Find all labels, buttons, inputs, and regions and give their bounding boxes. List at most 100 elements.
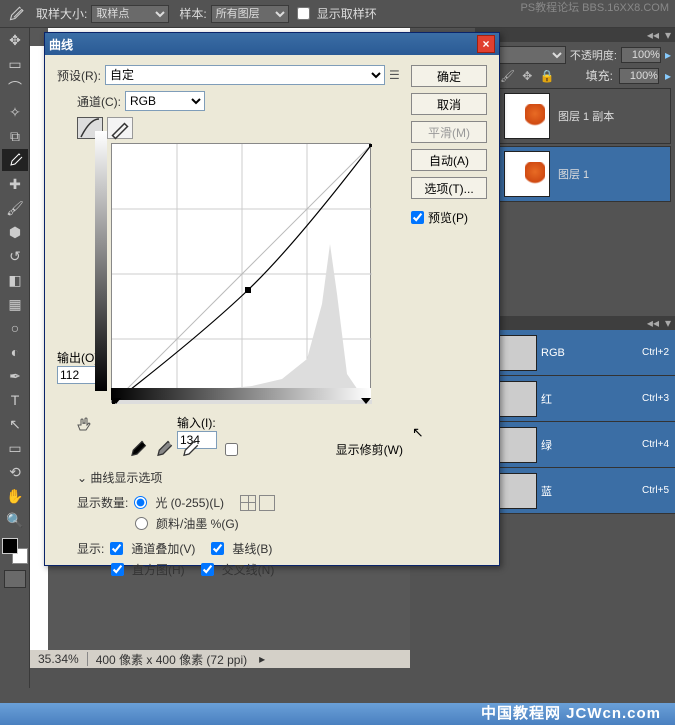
- histogram-checkbox[interactable]: [111, 563, 124, 576]
- color-swatches[interactable]: [2, 538, 28, 564]
- watermark-top: PS教程论坛 BBS.16XX8.COM: [520, 2, 669, 14]
- opacity-field[interactable]: [621, 47, 661, 63]
- grid-4-icon[interactable]: [240, 495, 256, 511]
- blur-tool[interactable]: ○: [2, 317, 28, 339]
- channel-row[interactable]: RGB Ctrl+2: [475, 330, 675, 376]
- preset-select[interactable]: 自定: [105, 65, 385, 85]
- show-ring-label: 显示取样环: [317, 5, 377, 22]
- channel-shortcut: Ctrl+3: [642, 393, 675, 404]
- lock-paint-icon[interactable]: 🖌: [500, 69, 515, 83]
- preview-checkbox[interactable]: [411, 211, 424, 224]
- 3d-tool[interactable]: ⟲: [2, 461, 28, 483]
- watermark-bottom: 中国教程网 JCWcn.com: [0, 703, 675, 725]
- collapse-icon[interactable]: ◂◂: [647, 28, 659, 42]
- white-eyedropper-icon[interactable]: [179, 439, 199, 459]
- quickmask-toggle[interactable]: [4, 570, 26, 588]
- panel-menu-icon[interactable]: ▾: [665, 316, 671, 330]
- auto-button[interactable]: 自动(A): [411, 149, 487, 171]
- chevron-right-icon[interactable]: ▸: [665, 48, 671, 62]
- titlebar[interactable]: 曲线 ×: [45, 33, 499, 55]
- lasso-tool[interactable]: ⌒: [2, 77, 28, 99]
- amount-light-radio[interactable]: [134, 496, 147, 509]
- opacity-label: 不透明度:: [570, 47, 617, 63]
- amount-pigment-radio[interactable]: [135, 517, 148, 530]
- ok-button[interactable]: 确定: [411, 65, 487, 87]
- amount-label: 显示数量:: [77, 494, 128, 511]
- chevron-right-icon[interactable]: ▸: [259, 652, 265, 666]
- panel-menu-icon[interactable]: ▾: [665, 28, 671, 42]
- panel-tabstrip: ◂◂ ▾: [475, 316, 675, 330]
- preset-label: 预设(R):: [57, 67, 101, 84]
- layer-row[interactable]: 👁 图层 1 副本: [479, 88, 671, 144]
- crop-tool[interactable]: ⧉: [2, 125, 28, 147]
- channel-overlay-label: 通道叠加(V): [131, 540, 195, 557]
- healing-tool[interactable]: ✚: [2, 173, 28, 195]
- options-button[interactable]: 选项(T)...: [411, 177, 487, 199]
- sample-size-select[interactable]: 取样点: [91, 5, 169, 23]
- layer-thumbnail[interactable]: [504, 151, 550, 197]
- sample-select[interactable]: 所有图层: [211, 5, 289, 23]
- gradient-tool[interactable]: ▦: [2, 293, 28, 315]
- layer-row[interactable]: 👁 图层 1: [479, 146, 671, 202]
- type-tool[interactable]: T: [2, 389, 28, 411]
- channel-row[interactable]: 蓝 Ctrl+5: [475, 468, 675, 514]
- layers-panel: 不透明度: ▸ ▦ 🖌 ✥ 🔒 填充: ▸ 👁 图层 1 副本 👁 图层 1: [475, 42, 675, 208]
- channel-label: 通道(C):: [77, 93, 121, 110]
- dodge-tool[interactable]: ◐: [2, 341, 28, 363]
- channel-select[interactable]: RGB: [125, 91, 205, 111]
- grid-10-icon[interactable]: [259, 495, 275, 511]
- show-ring-checkbox[interactable]: [297, 7, 310, 20]
- channel-name: 红: [541, 391, 642, 407]
- path-tool[interactable]: ↖: [2, 413, 28, 435]
- pen-tool[interactable]: ✒: [2, 365, 28, 387]
- status-bar: 35.34% 400 像素 x 400 像素 (72 ppi) ▸: [30, 650, 410, 668]
- zoom-level[interactable]: 35.34%: [30, 652, 88, 666]
- cancel-button[interactable]: 取消: [411, 93, 487, 115]
- move-tool[interactable]: ✥: [2, 29, 28, 51]
- intersection-label: 交叉线(N): [222, 561, 275, 578]
- input-label: 输入(I):: [177, 414, 403, 431]
- display-options-expander[interactable]: ⌄ 曲线显示选项: [77, 469, 403, 486]
- channel-name: 蓝: [541, 483, 642, 499]
- show-clip-checkbox[interactable]: [225, 443, 238, 456]
- shape-tool[interactable]: ▭: [2, 437, 28, 459]
- intersection-checkbox[interactable]: [201, 563, 214, 576]
- hand-tool[interactable]: ✋: [2, 485, 28, 507]
- foreground-color[interactable]: [2, 538, 18, 554]
- amount-light-label: 光 (0-255)(L): [155, 494, 224, 511]
- black-point-marker[interactable]: [111, 398, 121, 404]
- lock-all-icon[interactable]: 🔒: [540, 69, 555, 83]
- output-field[interactable]: [57, 366, 97, 384]
- channel-row[interactable]: 红 Ctrl+3: [475, 376, 675, 422]
- black-eyedropper-icon[interactable]: [127, 439, 147, 459]
- baseline-checkbox[interactable]: [211, 542, 224, 555]
- history-brush-tool[interactable]: ↺: [2, 245, 28, 267]
- smooth-button: 平滑(M): [411, 121, 487, 143]
- zoom-tool[interactable]: 🔍: [2, 509, 28, 531]
- gray-eyedropper-icon[interactable]: [153, 439, 173, 459]
- channel-overlay-checkbox[interactable]: [110, 542, 123, 555]
- collapse-icon[interactable]: ◂◂: [647, 316, 659, 330]
- curve-graph[interactable]: ↖: [111, 143, 371, 403]
- chevron-right-icon[interactable]: ▸: [665, 69, 671, 83]
- layer-thumbnail[interactable]: [504, 93, 550, 139]
- channel-thumbnail: [499, 335, 537, 371]
- input-gradient[interactable]: [111, 388, 371, 400]
- eyedropper-tool[interactable]: [2, 149, 28, 171]
- channel-row[interactable]: 绿 Ctrl+4: [475, 422, 675, 468]
- channel-shortcut: Ctrl+5: [642, 485, 675, 496]
- wand-tool[interactable]: ✧: [2, 101, 28, 123]
- brush-tool[interactable]: 🖌: [2, 197, 28, 219]
- marquee-tool[interactable]: ▭: [2, 53, 28, 75]
- curve-pencil-tool[interactable]: [107, 117, 133, 139]
- channel-name: 绿: [541, 437, 642, 453]
- preset-menu-icon[interactable]: ☰: [389, 68, 403, 82]
- white-point-marker[interactable]: [361, 398, 371, 404]
- eraser-tool[interactable]: ◧: [2, 269, 28, 291]
- stamp-tool[interactable]: ⬢: [2, 221, 28, 243]
- on-image-adjust-icon[interactable]: [75, 415, 95, 435]
- preview-label: 预览(P): [428, 209, 468, 226]
- close-icon[interactable]: ×: [477, 35, 495, 53]
- fill-field[interactable]: [619, 68, 659, 84]
- lock-position-icon[interactable]: ✥: [522, 69, 532, 83]
